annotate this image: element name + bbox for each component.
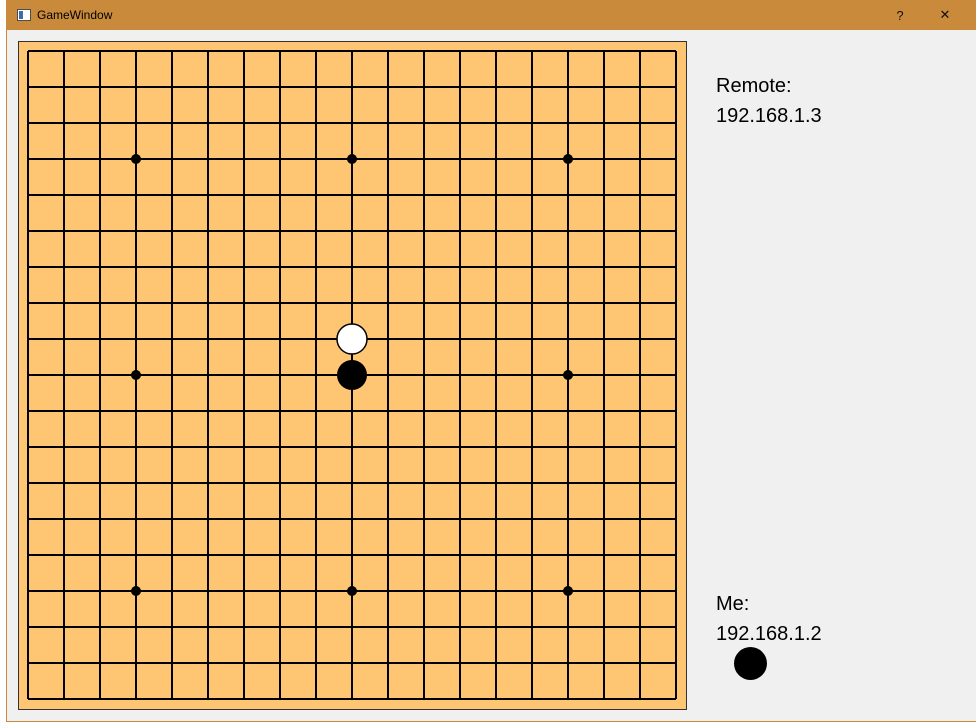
remote-ip: 192.168.1.3 xyxy=(716,105,822,127)
me-label: Me: xyxy=(716,593,750,615)
board-grid[interactable] xyxy=(19,42,688,711)
my-stone-indicator xyxy=(734,647,767,680)
star-point xyxy=(563,154,573,164)
client-area: Remote: 192.168.1.3 Me: 192.168.1.2 xyxy=(7,30,976,721)
star-point xyxy=(131,370,141,380)
game-window: GameWindow ? ✕ Remote: 192.168.1.3 Me: 1… xyxy=(7,0,976,721)
go-board[interactable] xyxy=(18,41,687,710)
title-bar[interactable]: GameWindow ? ✕ xyxy=(7,0,976,30)
remote-label: Remote: xyxy=(716,75,792,97)
star-point xyxy=(347,586,357,596)
star-point xyxy=(131,154,141,164)
black-stone xyxy=(337,360,367,390)
star-point xyxy=(347,154,357,164)
window-title: GameWindow xyxy=(37,8,113,22)
star-point xyxy=(563,586,573,596)
help-button[interactable]: ? xyxy=(877,0,923,30)
star-point xyxy=(131,586,141,596)
star-point xyxy=(563,370,573,380)
app-icon xyxy=(17,9,31,21)
white-stone xyxy=(336,323,368,355)
me-ip: 192.168.1.2 xyxy=(716,623,822,645)
close-button[interactable]: ✕ xyxy=(922,0,968,30)
